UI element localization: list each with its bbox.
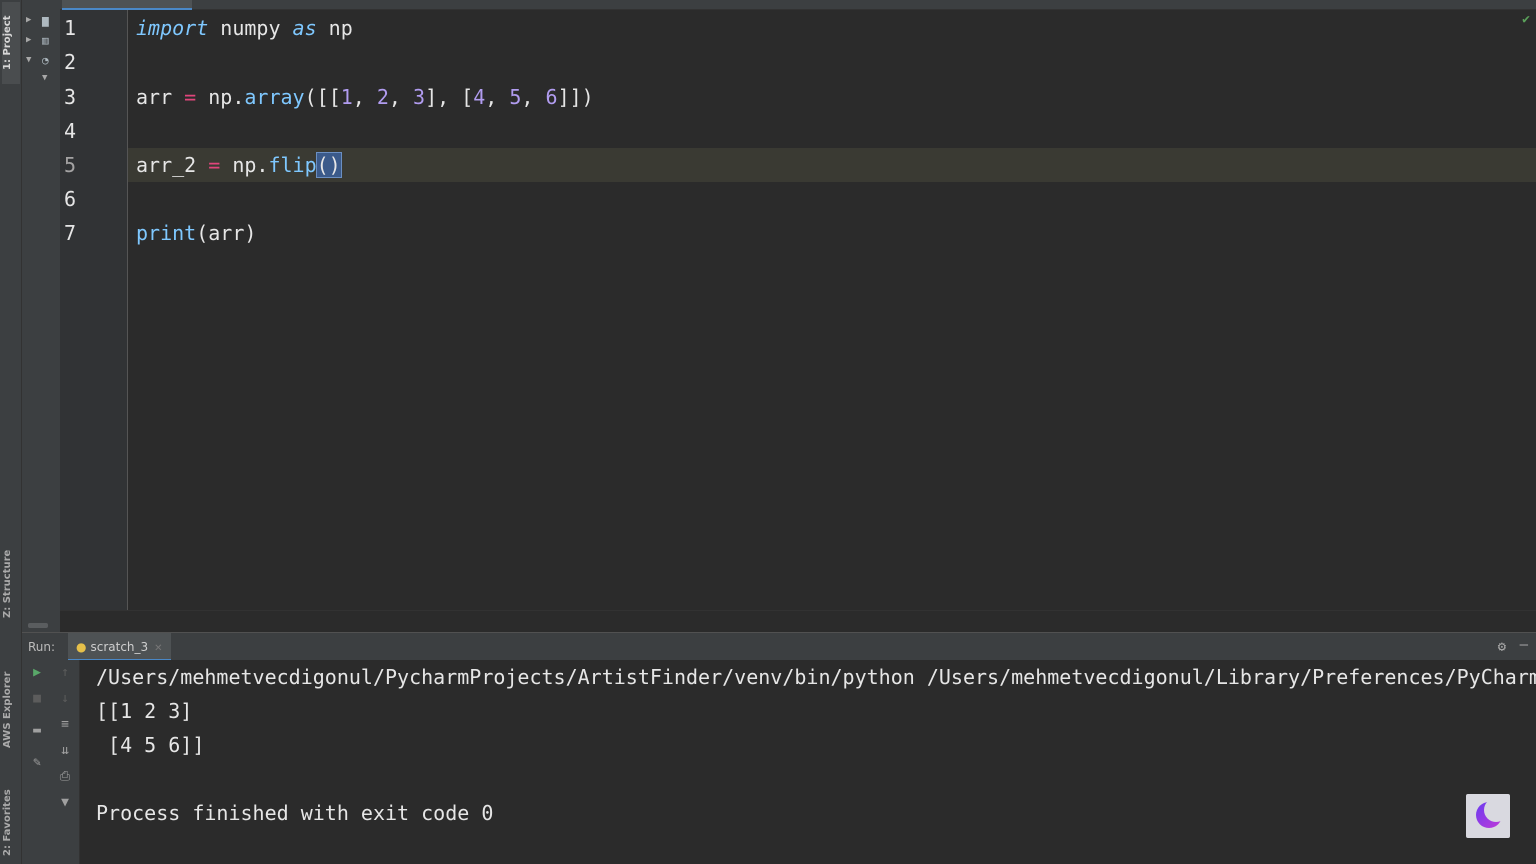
number-literal: 6: [545, 85, 558, 109]
project-tree-row[interactable]: ▶ ▥: [24, 32, 58, 50]
run-console-output[interactable]: /Users/mehmetvecdigonul/PycharmProjects/…: [80, 660, 1536, 864]
code-editor[interactable]: 1 2 3 4 5 6 7 import numpy as np arr = n…: [60, 10, 1536, 610]
line-number: 3: [64, 85, 77, 109]
scratches-icon: ◔: [42, 54, 49, 67]
rerun-play-icon[interactable]: ▶: [26, 662, 48, 684]
keyword-as: as: [292, 16, 317, 40]
project-tree-row[interactable]: ▶ ▆: [24, 12, 58, 30]
np-ref: np.: [220, 153, 269, 177]
pin-icon[interactable]: ✎: [26, 752, 48, 774]
inspection-ok-check-icon[interactable]: ✔: [1522, 12, 1530, 27]
editor-tab-scratch[interactable]: [62, 0, 192, 10]
print-icon[interactable]: ⎙: [54, 766, 76, 788]
run-label: Run:: [28, 640, 56, 654]
gear-icon[interactable]: ⚙: [1498, 639, 1506, 655]
scroll-up-icon[interactable]: ↑: [54, 662, 76, 684]
brackets: ]]): [557, 85, 594, 109]
line-number: 2: [64, 50, 77, 74]
code-line-1[interactable]: import numpy as np: [136, 11, 353, 45]
folder-icon: ▆: [42, 14, 49, 27]
number-literal: 4: [473, 85, 486, 109]
line-number-current: 5: [64, 153, 77, 177]
structure-tool-tab[interactable]: Z: Structure: [2, 536, 20, 632]
alias-name: np: [316, 16, 353, 40]
number-literal: 2: [376, 85, 389, 109]
panel-splitter[interactable]: [60, 610, 1536, 632]
function-array: array: [244, 85, 305, 109]
line-number-gutter: 1 2 3 4 5 6 7: [60, 10, 128, 610]
console-output-line: [[1 2 3]: [96, 699, 193, 723]
variable-arr: arr: [136, 85, 185, 109]
code-line-3[interactable]: arr = np.array([[1, 2, 3], [4, 5, 6]]): [136, 80, 594, 114]
module-name: numpy: [208, 16, 293, 40]
python-file-icon: ●: [76, 640, 87, 654]
collapse-arrow-icon[interactable]: ▼: [26, 55, 31, 65]
np-ref: np.: [196, 85, 245, 109]
favorites-tool-tab[interactable]: 2: Favorites: [2, 782, 20, 864]
brackets: ([[: [304, 85, 341, 109]
scroll-down-icon[interactable]: ↓: [54, 688, 76, 710]
moon-badge-icon: [1466, 794, 1510, 838]
expand-arrow-icon[interactable]: ▶: [26, 35, 31, 45]
console-command-line: /Users/mehmetvecdigonul/PycharmProjects/…: [96, 665, 1536, 689]
project-tool-tab[interactable]: 1: Project: [2, 2, 20, 84]
collapse-arrow-icon[interactable]: ▼: [42, 73, 47, 83]
assign-operator: =: [184, 85, 197, 109]
keyword-import: import: [136, 16, 209, 40]
expand-arrow-icon[interactable]: ▶: [26, 15, 31, 25]
run-tab-scratch[interactable]: ● scratch_3 ✕: [68, 633, 171, 661]
line-number: 1: [64, 16, 77, 40]
project-panel: ▶ ▆ ▶ ▥ ▼ ◔ ▼: [22, 0, 60, 632]
function-flip: flip: [268, 153, 317, 177]
variable-arr-2: arr_2: [136, 153, 209, 177]
libraries-icon: ▥: [42, 34, 49, 47]
code-line-5[interactable]: arr_2 = np.flip(): [136, 148, 342, 182]
left-tool-strip: 1: Project Z: Structure AWS Explorer 2: …: [0, 0, 22, 864]
brackets: ], [: [425, 85, 474, 109]
text-cursor-parens[interactable]: (): [315, 152, 342, 178]
aws-explorer-tool-tab[interactable]: AWS Explorer: [2, 658, 20, 762]
comma: ,: [485, 85, 510, 109]
console-exit-message: Process finished with exit code 0: [96, 801, 494, 825]
trash-icon[interactable]: ▼: [54, 792, 76, 814]
close-icon[interactable]: ✕: [154, 643, 162, 654]
number-literal: 5: [509, 85, 522, 109]
scroll-to-end-icon[interactable]: ⇊: [54, 740, 76, 762]
assign-operator: =: [208, 153, 221, 177]
soft-wrap-icon[interactable]: ≡: [54, 714, 76, 736]
stop-icon[interactable]: ■: [26, 688, 48, 710]
minimize-icon[interactable]: —: [1520, 637, 1528, 653]
project-tree-row[interactable]: ▼: [24, 70, 58, 88]
layout-icon[interactable]: ▬: [26, 720, 48, 742]
editor-tab-bar: [60, 0, 1536, 10]
comma: ,: [521, 85, 546, 109]
function-print: print: [136, 221, 197, 245]
line-number: 6: [64, 187, 77, 211]
project-tree-row[interactable]: ▼ ◔: [24, 52, 58, 70]
run-tab-label: scratch_3: [90, 640, 149, 654]
horizontal-scrollbar[interactable]: [28, 623, 48, 628]
run-toolbar: ▶ ■ ▬ ✎ ↑ ↓ ≡ ⇊ ⎙ ▼: [22, 660, 80, 864]
code-line-7[interactable]: print(arr): [136, 216, 256, 250]
number-literal: 3: [413, 85, 426, 109]
line-number: 7: [64, 221, 77, 245]
comma: ,: [352, 85, 377, 109]
line-number: 4: [64, 119, 77, 143]
comma: ,: [388, 85, 414, 109]
run-panel-header: Run: ● scratch_3 ✕ ⚙ —: [22, 632, 1536, 661]
number-literal: 1: [340, 85, 353, 109]
console-output-line: [4 5 6]]: [96, 733, 205, 757]
print-args: (arr): [196, 221, 257, 245]
